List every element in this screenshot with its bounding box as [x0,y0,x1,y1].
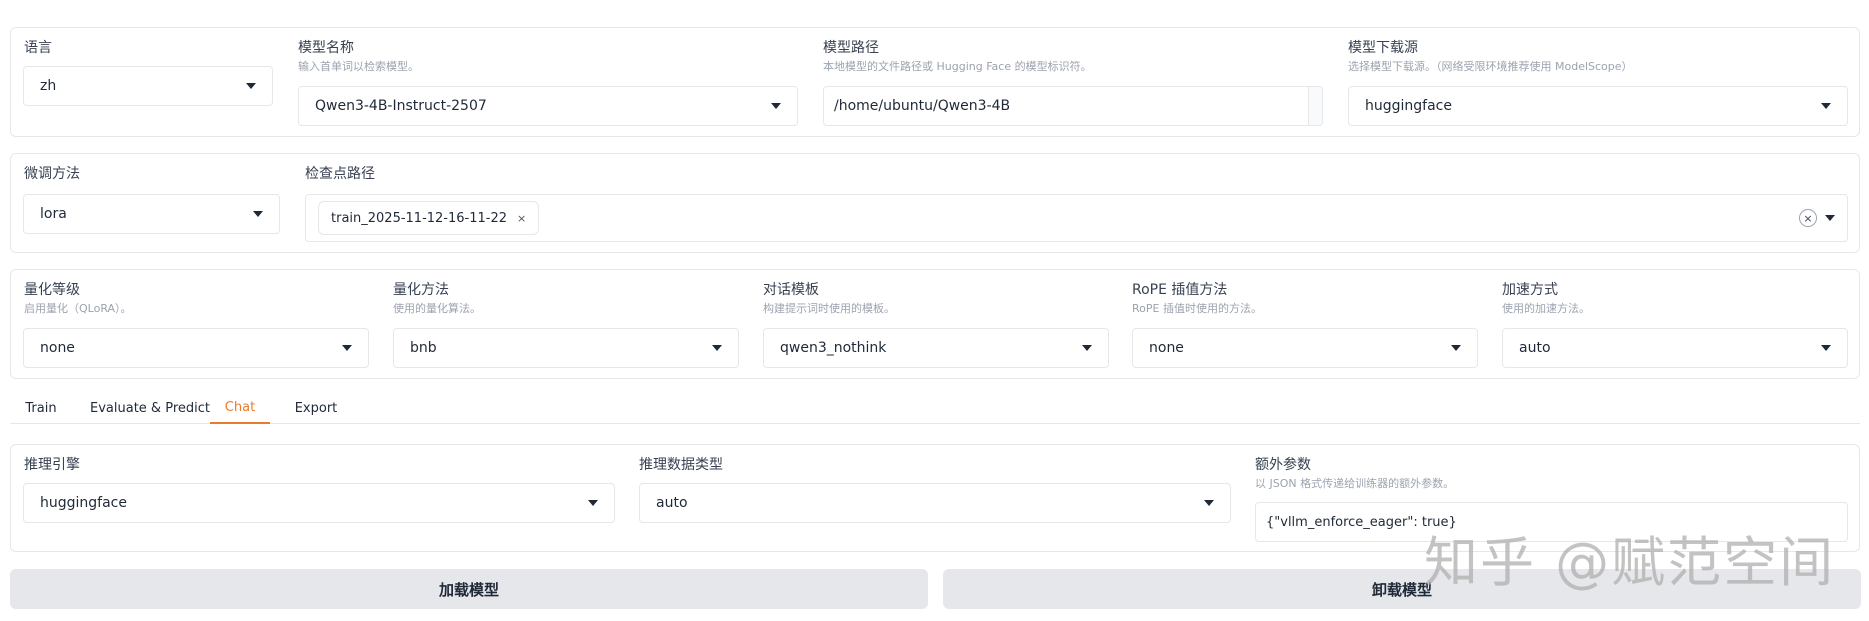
chevron-down-icon [1821,345,1831,351]
hub-label: 模型下载源 [1348,40,1418,56]
infer-dtype-field: 推理数据类型 [639,456,723,474]
rope-scaling-value: none [1149,340,1184,356]
tab-train[interactable]: Train [10,392,72,424]
finetuning-type-dropdown[interactable]: lora [23,194,280,234]
infer-dtype-label: 推理数据类型 [639,457,723,473]
rope-scaling-info: RoPE 插值时使用的方法。 [1132,302,1262,315]
model-name-field: 模型名称 输入首单词以检索模型。 [298,39,419,74]
tab-chat[interactable]: Chat [210,392,270,424]
checkpoint-chip[interactable]: train_2025-11-12-16-11-22 × [318,201,540,235]
language-dropdown[interactable]: zh [23,66,273,106]
finetuning-type-label: 微调方法 [24,166,80,182]
tab-export[interactable]: Export [282,392,350,424]
checkpoint-chip-area: train_2025-11-12-16-11-22 × [318,201,1799,235]
checkpoint-chip-label: train_2025-11-12-16-11-22 [331,210,508,226]
checkpoint-path-multiselect[interactable]: train_2025-11-12-16-11-22 × × [305,194,1848,242]
infer-dtype-value: auto [656,495,688,511]
hub-field: 模型下载源 选择模型下载源。（网络受限环境推荐使用 ModelScope） [1348,39,1633,74]
language-value: zh [40,78,57,94]
checkpoint-path-label: 检查点路径 [305,166,375,182]
chevron-down-icon [1825,215,1835,221]
template-info: 构建提示词时使用的模板。 [763,302,895,315]
model-name-value: Qwen3-4B-Instruct-2507 [315,98,487,114]
load-model-button[interactable]: 加载模型 [10,569,928,609]
chevron-down-icon [1204,500,1214,506]
model-name-label: 模型名称 [298,40,354,56]
template-value: qwen3_nothink [780,340,887,356]
model-path-info: 本地模型的文件路径或 Hugging Face 的模型标识符。 [823,60,1092,73]
rope-scaling-label: RoPE 插值方法 [1132,282,1228,298]
clear-icon[interactable]: × [1799,209,1817,227]
model-path-label: 模型路径 [823,40,879,56]
finetuning-type-field: 微调方法 [24,165,80,183]
quant-bit-value: none [40,340,75,356]
zhihu-watermark: 知乎 @赋范空间 [1424,531,1836,594]
chevron-down-icon [246,83,256,89]
finetune-panel: 微调方法 lora 检查点路径 train_2025-11-12-16-11-2… [10,153,1860,253]
finetuning-type-value: lora [40,206,67,222]
infer-backend-label: 推理引擎 [24,457,80,473]
hub-info: 选择模型下载源。（网络受限环境推荐使用 ModelScope） [1348,60,1633,73]
chevron-down-icon [342,345,352,351]
infer-backend-value: huggingface [40,495,127,511]
booster-field: 加速方式 使用的加速方法。 [1502,281,1590,316]
chevron-down-icon [253,211,263,217]
model-path-input[interactable]: /home/ubuntu/Qwen3-4B [823,86,1323,126]
infer-backend-dropdown[interactable]: huggingface [23,483,615,523]
chevron-down-icon [588,500,598,506]
quant-method-value: bnb [410,340,437,356]
booster-info: 使用的加速方法。 [1502,302,1590,315]
tab-bar: Train Evaluate & Predict Chat Export [10,392,1860,424]
hub-value: huggingface [1365,98,1452,114]
chevron-down-icon [1451,345,1461,351]
rope-scaling-dropdown[interactable]: none [1132,328,1478,368]
scrollbar[interactable] [1308,87,1322,125]
quant-method-info: 使用的量化算法。 [393,302,481,315]
model-settings-panel: 语言 zh 模型名称 输入首单词以检索模型。 Qwen3-4B-Instruct… [10,27,1860,137]
extra-args-info: 以 JSON 格式传递给训练器的额外参数。 [1255,477,1455,490]
language-field: 语言 [24,39,52,57]
template-field: 对话模板 构建提示词时使用的模板。 [763,281,895,316]
model-name-dropdown[interactable]: Qwen3-4B-Instruct-2507 [298,86,798,126]
booster-label: 加速方式 [1502,282,1558,298]
quant-method-field: 量化方法 使用的量化算法。 [393,281,481,316]
quant-method-dropdown[interactable]: bnb [393,328,739,368]
checkpoint-path-field: 检查点路径 [305,165,375,183]
chip-remove-icon[interactable]: × [517,212,526,225]
template-dropdown[interactable]: qwen3_nothink [763,328,1109,368]
quant-method-label: 量化方法 [393,282,449,298]
infer-backend-field: 推理引擎 [24,456,80,474]
quant-bit-dropdown[interactable]: none [23,328,369,368]
model-path-value: /home/ubuntu/Qwen3-4B [834,98,1011,114]
booster-value: auto [1519,340,1551,356]
quant-bit-label: 量化等级 [24,282,80,298]
quant-bit-field: 量化等级 启用量化（QLoRA）。 [24,281,132,316]
infer-dtype-dropdown[interactable]: auto [639,483,1231,523]
model-name-info: 输入首单词以检索模型。 [298,60,419,73]
booster-dropdown[interactable]: auto [1502,328,1848,368]
chevron-down-icon [1082,345,1092,351]
rope-scaling-field: RoPE 插值方法 RoPE 插值时使用的方法。 [1132,281,1262,316]
template-label: 对话模板 [763,282,819,298]
tab-evaluate-predict[interactable]: Evaluate & Predict [82,392,218,424]
chevron-down-icon [712,345,722,351]
model-path-field: 模型路径 本地模型的文件路径或 Hugging Face 的模型标识符。 [823,39,1092,74]
extra-args-label: 额外参数 [1255,457,1311,473]
hub-dropdown[interactable]: huggingface [1348,86,1848,126]
language-label: 语言 [24,40,52,56]
extra-args-field: 额外参数 以 JSON 格式传递给训练器的额外参数。 [1255,456,1454,491]
chevron-down-icon [1821,103,1831,109]
advanced-settings-panel: 量化等级 启用量化（QLoRA）。 none 量化方法 使用的量化算法。 bnb… [10,269,1860,379]
chevron-down-icon [771,103,781,109]
quant-bit-info: 启用量化（QLoRA）。 [24,302,132,315]
